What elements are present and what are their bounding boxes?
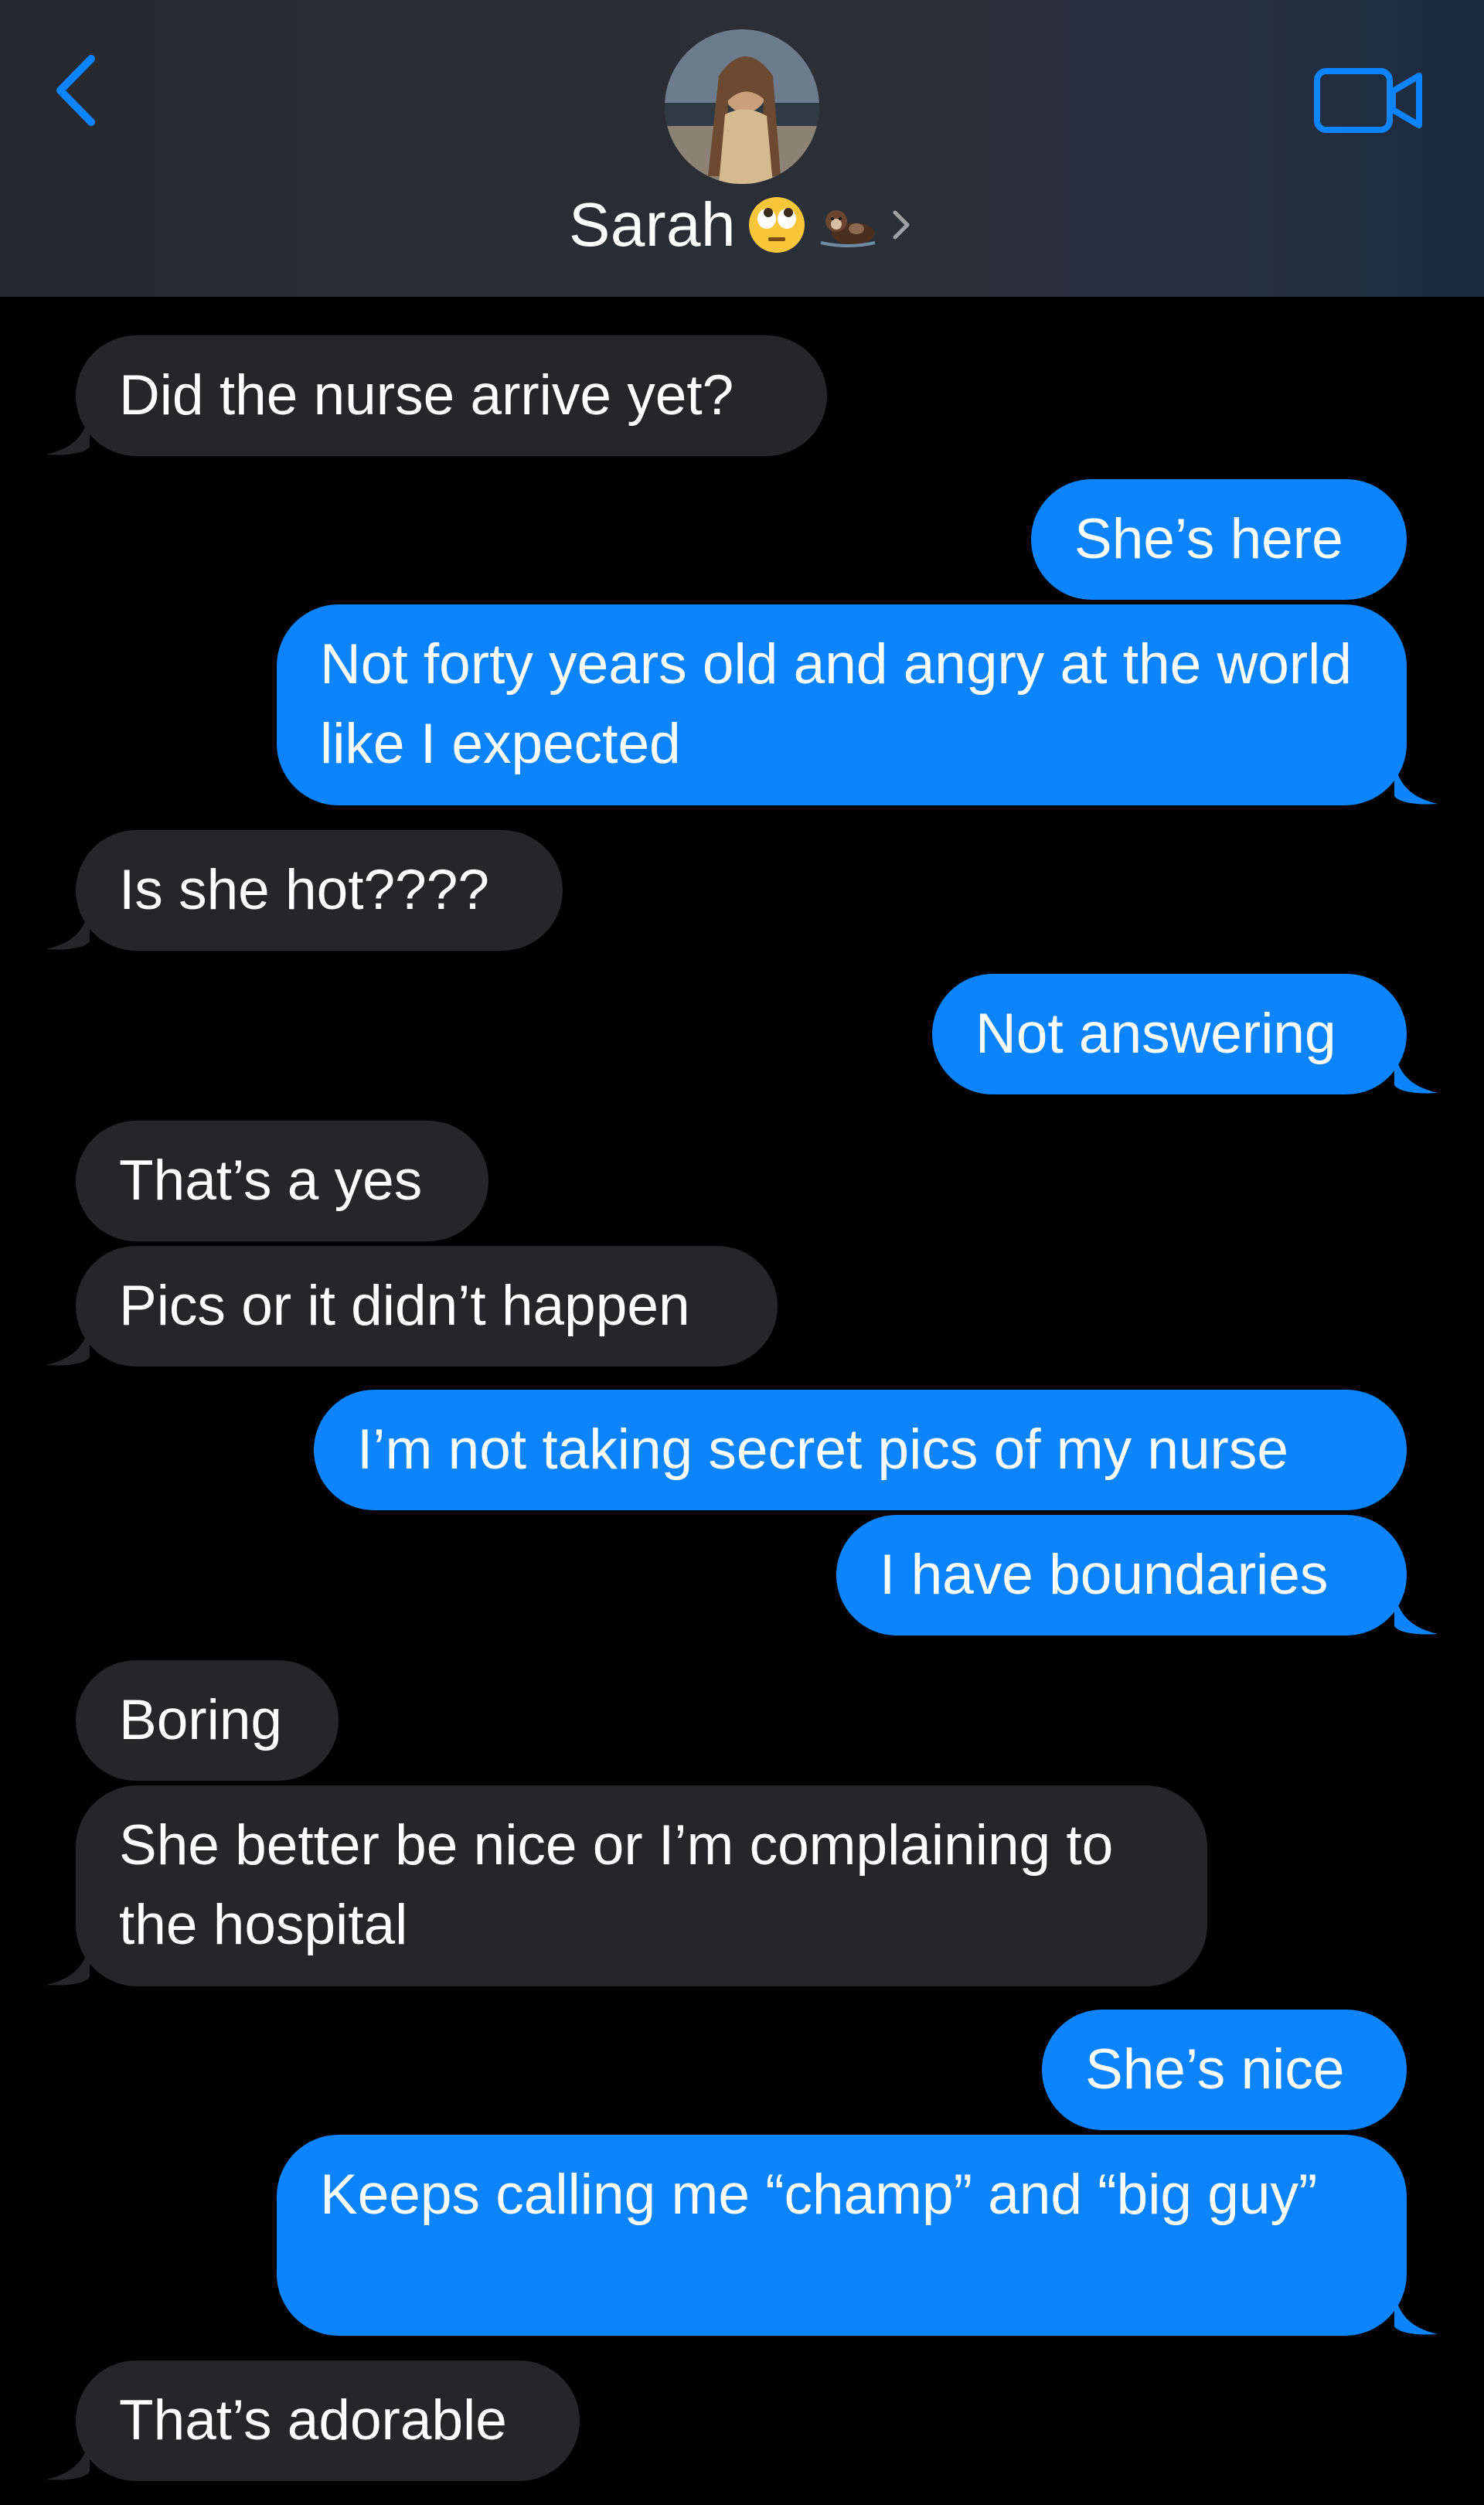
message-text: Keeps calling me “champ” and “big guy”: [320, 2163, 1318, 2226]
bubble-tail: [1394, 2292, 1438, 2335]
message-bubble-outgoing[interactable]: She’s here: [1031, 479, 1407, 600]
message-bubble-incoming[interactable]: She better be nice or I’m complaining to…: [76, 1785, 1207, 1986]
message-text: Is she hot????: [119, 859, 489, 921]
message-text: She’s here: [1074, 508, 1343, 570]
bubble-tail: [1394, 762, 1438, 805]
message-text: She better be nice or I’m complaining to…: [119, 1814, 1114, 1956]
chevron-left-icon: [56, 55, 95, 126]
message-text: That’s a yes: [119, 1149, 423, 1212]
message-text: Not forty years old and angry at the wor…: [320, 633, 1352, 775]
message-bubble-outgoing[interactable]: Not answering: [932, 974, 1407, 1094]
bubble-tail: [46, 413, 90, 455]
message-bubble-outgoing[interactable]: I have boundaries: [836, 1515, 1407, 1635]
message-bubble-incoming[interactable]: That’s adorable: [76, 2360, 580, 2481]
chevron-right-icon: [893, 210, 910, 240]
message-thread[interactable]: Did the nurse arrive yet? She’s here Not…: [0, 297, 1484, 2505]
facetime-video-button[interactable]: [1312, 65, 1427, 136]
message-bubble-outgoing[interactable]: She’s nice: [1042, 2010, 1407, 2130]
message-text: I have boundaries: [880, 1544, 1329, 1606]
bubble-tail: [1394, 1051, 1438, 1094]
message-text: I’m not taking secret pics of my nurse: [357, 1418, 1288, 1481]
message-text: Not answering: [975, 1002, 1336, 1065]
face-with-rolling-eyes-icon: [748, 197, 805, 253]
message-text: She’s nice: [1085, 2038, 1345, 2101]
contact-name: Sarah: [569, 190, 736, 259]
bubble-tail: [46, 1943, 90, 1986]
otter-icon: [820, 210, 876, 247]
message-text: Boring: [119, 1689, 283, 1751]
back-button[interactable]: [48, 48, 107, 133]
avatar[interactable]: [665, 29, 819, 184]
message-bubble-outgoing[interactable]: Keeps calling me “champ” and “big guy”: [277, 2135, 1407, 2336]
message-bubble-incoming[interactable]: Did the nurse arrive yet?: [76, 335, 827, 456]
bubble-tail: [46, 2438, 90, 2480]
message-bubble-incoming[interactable]: Is she hot????: [76, 830, 563, 951]
message-bubble-incoming[interactable]: Pics or it didn’t happen: [76, 1246, 778, 1367]
message-text: That’s adorable: [119, 2389, 507, 2452]
conversation-header: Sarah: [0, 0, 1484, 297]
bubble-tail: [1394, 1592, 1438, 1635]
message-text: Did the nurse arrive yet?: [119, 364, 734, 427]
message-bubble-outgoing[interactable]: I’m not taking secret pics of my nurse: [314, 1390, 1407, 1510]
video-camera-icon: [1314, 68, 1422, 133]
message-bubble-outgoing[interactable]: Not forty years old and angry at the wor…: [277, 604, 1407, 805]
contact-photo: [665, 29, 819, 184]
bubble-tail: [46, 907, 90, 950]
message-bubble-incoming[interactable]: That’s a yes: [76, 1121, 488, 1241]
contact-name-button[interactable]: Sarah: [541, 182, 943, 267]
message-text: Pics or it didn’t happen: [119, 1275, 690, 1337]
bubble-tail: [46, 1323, 90, 1366]
message-bubble-incoming[interactable]: Boring: [76, 1660, 339, 1781]
